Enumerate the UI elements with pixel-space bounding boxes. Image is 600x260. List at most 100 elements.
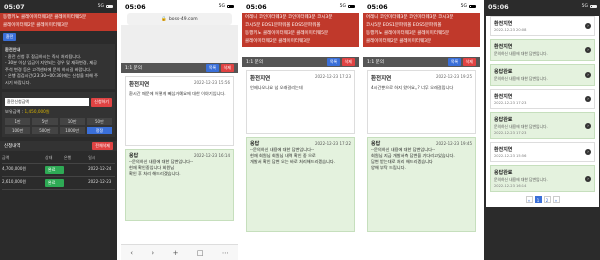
item-title: 응답완료 [494, 170, 513, 176]
new-tab-icon[interactable]: + [173, 249, 179, 257]
ticker-line: 어레니 코인미터웨3분 코인미터웨3분 코시3분 [245, 15, 333, 20]
column-header: 일시 [88, 155, 96, 160]
amount-button[interactable]: 100만 [5, 127, 31, 134]
phone-screen-inquiry-list: 05:06 5G 환전지연 2022-12-23 20:08 › 환전지연 문의하신… [484, 0, 600, 260]
list-item[interactable]: 환전지연 2022-12-23 17:23 › [490, 89, 595, 109]
exchange-tab-button[interactable]: 환전 [3, 33, 17, 41]
ticker-line: 클레이미터웨2분 클레이미터웨3분 [366, 39, 432, 44]
chevron-right-icon: › [585, 175, 591, 182]
menu-icon[interactable]: ⋯ [222, 249, 229, 257]
status-bar: 05:06 5G [121, 0, 238, 13]
game-ticker: 동행키노 클레이미터웨3분 클레이미터웨5분 클레이미터웨2분 클레이미터웨3분 [0, 13, 117, 31]
phone-screen-exchange: 05:07 5G 동행키노 클레이미터웨3분 클레이미터웨5분 클레이미터웨2분… [0, 0, 117, 260]
column-header: 상태 [45, 155, 53, 160]
balance-value: 1,450,000원 [24, 108, 50, 114]
notice-line: 시기 바랍니다. [5, 79, 31, 85]
board-title: 1:1 문의 [246, 60, 263, 65]
list-item[interactable]: 환전지연 2022-12-23 15:56 › [490, 142, 595, 162]
status-time: 05:07 [4, 2, 25, 11]
status-bar: 05:07 5G [0, 0, 117, 13]
amount-button[interactable]: 10만 [59, 118, 85, 125]
reset-button[interactable]: 정정 [86, 127, 112, 134]
exchange-notice: 환전안내 - 환전 신청 후 잠금하시는 즉시 처리됩니다. - 30분 이상 … [2, 44, 115, 89]
phone-screen-inquiry-2: 05:06 5G 어레니 코인미터웨3분 코인미터웨3분 코시3분 코시5분 E… [242, 0, 359, 260]
answer-date: 2022-12-23 17:22 [314, 141, 351, 146]
item-title: 응답완료 [494, 69, 513, 75]
request-button[interactable]: 신청하기 [91, 98, 112, 107]
cell-date: 2022-12-24 [88, 166, 112, 171]
address-bar[interactable]: 🔒 boss-49.com [127, 13, 232, 25]
battery-icon [348, 4, 355, 9]
cell-bank [64, 179, 88, 187]
signal-indicator: 5G [339, 4, 346, 9]
forward-icon[interactable]: › [151, 249, 154, 257]
item-title: 응답완료 [494, 117, 513, 123]
first-page-button[interactable]: « [525, 196, 533, 203]
board-title: 1:1 문의 [367, 60, 384, 65]
status-bar: 05:06 5G [242, 0, 359, 13]
answer-line: 확인 후 처리 해드리겠습니다. [129, 171, 181, 176]
notice-line: - 30분 이상 입금이 지연되는 경우 및 재화변경, 제공 [5, 60, 98, 65]
answer-date: 2022-12-23 19:45 [435, 141, 472, 146]
last-page-button[interactable]: » [552, 196, 560, 203]
delete-button[interactable]: 삭제 [220, 64, 234, 72]
delete-all-button[interactable]: 전체삭제 [92, 142, 113, 150]
question-body: 4시간뿐으로 하지 왔어요,,? 너무 오래걸립니다 [371, 85, 454, 90]
signal-indicator: 5G [460, 4, 467, 9]
amount-button[interactable]: 500만 [32, 127, 58, 134]
list-item[interactable]: 응답완료 문의하신 내용에 대한 답변입니다. 2022-12-23 17:23 › [490, 112, 595, 139]
list-item[interactable]: 환전지연 2022-12-23 20:08 › [490, 16, 595, 36]
signal-indicator: 5G [581, 4, 588, 9]
question-title: 환전지연 [371, 76, 392, 82]
item-date: 2022-12-23 20:08 [494, 28, 527, 32]
question-date: 2022-12-23 17:23 [314, 74, 351, 79]
phone-screen-inquiry-3: 05:06 5G 어레니 코인미터웨3분 코인미터웨3분 코시3분 코시5분 E… [363, 0, 480, 260]
amount-button[interactable]: 1만 [5, 118, 31, 125]
browser-toolbar: ‹ › + □ ⋯ [121, 244, 238, 260]
pagination: « 1 2 » [486, 196, 599, 203]
history-header: 신청내역 전체삭제 [0, 141, 117, 151]
answer-card: 응답 2022-12-23 17:22 --문의하신 내용에 대한 답변입니다--… [246, 137, 355, 232]
page-button[interactable]: 2 [543, 196, 551, 203]
list-item[interactable]: 환전지연 문의하신 내용에 대한 답변입니다. › [490, 39, 595, 61]
list-button[interactable]: 목록 [326, 58, 341, 66]
question-date: 2022-12-23 19:25 [435, 74, 472, 79]
table-header: 금액 상태 은행 일시 [2, 153, 115, 164]
delete-button[interactable]: 삭제 [462, 58, 476, 66]
cell-amount: 2,610,000원 [2, 179, 27, 184]
column-header: 금액 [2, 155, 10, 160]
ticker-line: 동행키노 클레이미터웨3분 클레이미터웨5분 [245, 31, 329, 36]
chevron-right-icon: › [585, 149, 591, 155]
page-button[interactable]: 1 [534, 196, 542, 203]
balance-label: 보유금액 : [5, 108, 24, 114]
back-icon[interactable]: ‹ [130, 249, 133, 257]
game-ticker: 어레니 코인미터웨3분 코인미터웨3분 코시3분 코시5분 EOS1분파워볼 E… [363, 13, 480, 47]
list-item[interactable]: 응답완료 문의하신 내용에 대한 답변입니다. › [490, 64, 595, 86]
amount-input[interactable]: 환전신청금액 [5, 98, 90, 107]
battery-icon [590, 4, 597, 9]
phone-screen-inquiry-1: 05:06 5G 🔒 boss-49.com 1:1 문의 목록 삭제 환전지연… [121, 0, 238, 260]
chevron-right-icon: › [585, 122, 591, 129]
board-title: 1:1 문의 [125, 66, 142, 71]
amount-button[interactable]: 5만 [32, 118, 58, 125]
list-button[interactable]: 목록 [205, 64, 220, 72]
list-item[interactable]: 응답완료 문의하신 내용에 대한 답변입니다. 2022-12-23 16:14 › [490, 165, 595, 192]
amount-button[interactable]: 1000만 [59, 127, 85, 134]
status-time: 05:06 [125, 2, 146, 11]
ticker-line: 동행키노 클레이미터웨3분 클레이미터웨5분 [3, 15, 87, 20]
board-header: 1:1 문의 목록 삭제 [363, 57, 480, 67]
chevron-right-icon: › [585, 72, 591, 78]
tabs-icon[interactable]: □ [197, 249, 204, 257]
list-button[interactable]: 목록 [447, 58, 462, 66]
question-title: 환전지연 [129, 82, 150, 88]
ticker-line: 동행키노 클레이미터웨3분 클레이미터웨5분 [366, 31, 450, 36]
question-card: 환전지연 2022-12-23 17:23 언제나오나요 넘 오래걸리는데 [246, 70, 355, 134]
amount-button[interactable]: 50만 [86, 118, 112, 125]
question-card: 환전지연 2022-12-23 15:56 환시간 때문에 어떻게 빼심거예요에 … [125, 76, 234, 146]
status-time: 05:06 [488, 2, 509, 11]
delete-button[interactable]: 삭제 [341, 58, 355, 66]
item-title: 환전지연 [494, 94, 513, 100]
status-badge: 완료 [45, 179, 64, 187]
battery-icon [106, 4, 113, 9]
item-date: 2022-12-23 15:56 [494, 154, 527, 158]
